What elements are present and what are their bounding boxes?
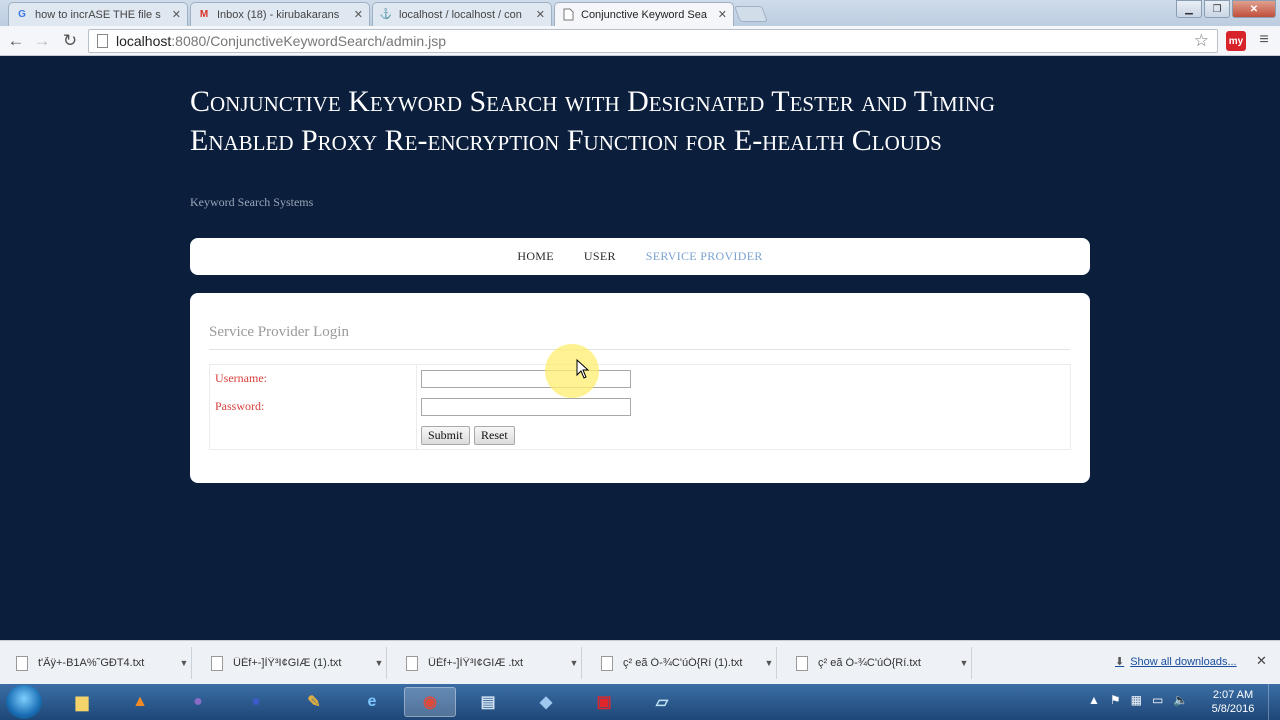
start-button[interactable] [6,685,42,719]
tools-icon[interactable]: ✎ [288,687,340,717]
main-nav: HOME USER SERVICE PROVIDER [190,238,1090,275]
password-input[interactable] [421,398,631,416]
virtualbox-icon[interactable]: ◆ [520,687,572,717]
chevron-down-icon[interactable]: ▼ [177,658,191,668]
minimize-icon[interactable]: ▁ [1176,0,1202,18]
chevron-down-icon[interactable]: ▼ [762,658,776,668]
chevron-down-icon[interactable]: ▼ [372,658,386,668]
acrobat-icon[interactable]: ▣ [578,687,630,717]
cursor-highlight [545,344,599,398]
tab-label: how to incrASE THE file s [35,8,161,21]
vlc-icon[interactable]: ▲ [114,687,166,717]
tab-phpmyadmin[interactable]: ⚓ localhost / localhost / con ✕ [372,2,552,26]
download-item[interactable]: ÜÉf+-]ÌŸ³I¢GIÆ .txt ▼ [390,647,582,679]
url-text: localhost:8080/ConjunctiveKeywordSearch/… [116,33,446,49]
phpmyadmin-icon: ⚓ [379,9,393,20]
login-heading: Service Provider Login [209,324,349,340]
extension-my-icon[interactable]: my [1226,31,1246,51]
back-arrow-icon[interactable]: ← [5,30,27,52]
login-form: Username: Password: Submit Reset [209,364,1071,450]
page-icon [561,8,575,22]
download-item[interactable]: ÜÉf+-]ÌŸ³I¢GIÆ (1).txt ▼ [195,647,387,679]
file-icon [796,655,808,671]
display-icon[interactable]: ▭ [1152,693,1163,707]
submit-button[interactable]: Submit [421,426,470,445]
file-icon [601,655,613,671]
bookmark-star-icon[interactable]: ☆ [1194,31,1209,51]
network-icon[interactable]: ▦ [1131,693,1142,707]
show-all-downloads-link[interactable]: ⬇ Show all downloads... [1115,655,1237,669]
chrome-menu-icon[interactable]: ≡ [1256,31,1272,49]
file-icon [406,655,418,671]
tab-conjunctive-keyword-search[interactable]: Conjunctive Keyword Sea ✕ [554,2,734,26]
download-filename: ç² eã Ó-¾C'úÓ{Rí (1).txt [623,657,743,669]
download-filename: ÜÉf+-]ÌŸ³I¢GIÆ .txt [428,657,524,669]
reload-icon[interactable]: ↻ [59,30,81,52]
chrome-icon[interactable]: ◉ [404,687,456,717]
forward-arrow-icon[interactable]: → [31,30,53,52]
download-item[interactable]: t'Ãÿ+-B1A%˜GÐT4.txt ▼ [0,647,192,679]
gmail-icon: M [199,9,209,20]
browser-titlebar: G how to incrASE THE file s ✕ M Inbox (1… [0,0,1280,26]
nav-home[interactable]: HOME [517,249,554,264]
divider [209,349,1070,350]
google-icon: G [18,9,26,20]
close-icon[interactable]: ✕ [172,8,181,21]
download-icon: ⬇ [1115,656,1125,668]
chevron-down-icon[interactable]: ▼ [957,658,971,668]
close-icon[interactable]: ✕ [718,8,727,21]
show-desktop-button[interactable] [1268,684,1280,720]
window-close-icon[interactable]: ✕ [1232,0,1276,18]
tab-gmail-inbox[interactable]: M Inbox (18) - kirubakarans ✕ [190,2,370,26]
system-clock[interactable]: 2:07 AM 5/8/2016 [1206,688,1260,716]
explorer-icon[interactable]: ▆ [56,687,108,717]
tab-label: Conjunctive Keyword Sea [581,8,707,21]
volume-icon[interactable]: 🔈 [1173,693,1188,707]
divider [416,365,417,449]
download-filename: t'Ãÿ+-B1A%˜GÐT4.txt [38,657,145,669]
page-icon [97,34,108,48]
login-panel: Service Provider Login Username: Passwor… [190,293,1090,483]
tab-google-search[interactable]: G how to incrASE THE file s ✕ [8,2,188,26]
download-item[interactable]: ç² eã Ó-¾C'úÓ{Rí (1).txt ▼ [585,647,777,679]
site-title: Conjunctive Keyword Search with Designat… [190,85,996,157]
browser-toolbar: ← → ↻ localhost:8080/ConjunctiveKeywordS… [0,26,1280,56]
file-icon [16,655,28,671]
show-all-label: Show all downloads... [1130,655,1237,668]
username-input[interactable] [421,370,631,388]
page-content: Conjunctive Keyword Search with Designat… [0,57,1280,640]
new-tab-button[interactable] [734,6,768,22]
notepad-icon[interactable]: ▱ [636,687,688,717]
restore-icon[interactable]: ❐ [1204,0,1230,18]
eclipse-blue-icon[interactable]: ● [230,687,282,717]
close-icon[interactable]: ✕ [354,8,363,21]
nav-user[interactable]: USER [584,249,616,264]
password-label: Password: [215,399,265,413]
system-tray: ▲ ⚑ ▦ ▭ 🔈 [1088,693,1188,707]
flag-icon[interactable]: ⚑ [1110,693,1121,707]
chevron-down-icon[interactable]: ▼ [567,658,581,668]
site-subtitle: Keyword Search Systems [190,195,314,209]
window-controls: ▁ ❐ ✕ [1176,0,1276,18]
download-filename: ç² eã Ó-¾C'úÓ{Rí.txt [818,657,921,669]
address-bar[interactable]: localhost:8080/ConjunctiveKeywordSearch/… [88,29,1218,53]
clock-time: 2:07 AM [1212,689,1254,701]
windows-taskbar: ▆ ▲ ● ● ✎ e ◉ ▤ ◆ ▣ ▱ ▲ ⚑ ▦ ▭ 🔈 2:07 AM … [0,684,1280,720]
tab-label: localhost / localhost / con [399,8,522,21]
username-label: Username: [215,371,267,385]
tab-label: Inbox (18) - kirubakarans [217,8,340,21]
nav-service-provider[interactable]: SERVICE PROVIDER [646,249,763,264]
download-shelf: t'Ãÿ+-B1A%˜GÐT4.txt ▼ ÜÉf+-]ÌŸ³I¢GIÆ (1)… [0,640,1280,684]
reset-button[interactable]: Reset [474,426,515,445]
chevron-up-icon[interactable]: ▲ [1088,693,1100,707]
eclipse-icon[interactable]: ● [172,687,224,717]
ie-icon[interactable]: e [346,687,398,717]
download-filename: ÜÉf+-]ÌŸ³I¢GIÆ (1).txt [233,657,342,669]
close-icon[interactable]: ✕ [536,8,545,21]
download-item[interactable]: ç² eã Ó-¾C'úÓ{Rí.txt ▼ [780,647,972,679]
db-icon[interactable]: ▤ [462,687,514,717]
close-icon[interactable]: ✕ [1256,653,1267,669]
file-icon [211,655,223,671]
clock-date: 5/8/2016 [1211,703,1255,715]
